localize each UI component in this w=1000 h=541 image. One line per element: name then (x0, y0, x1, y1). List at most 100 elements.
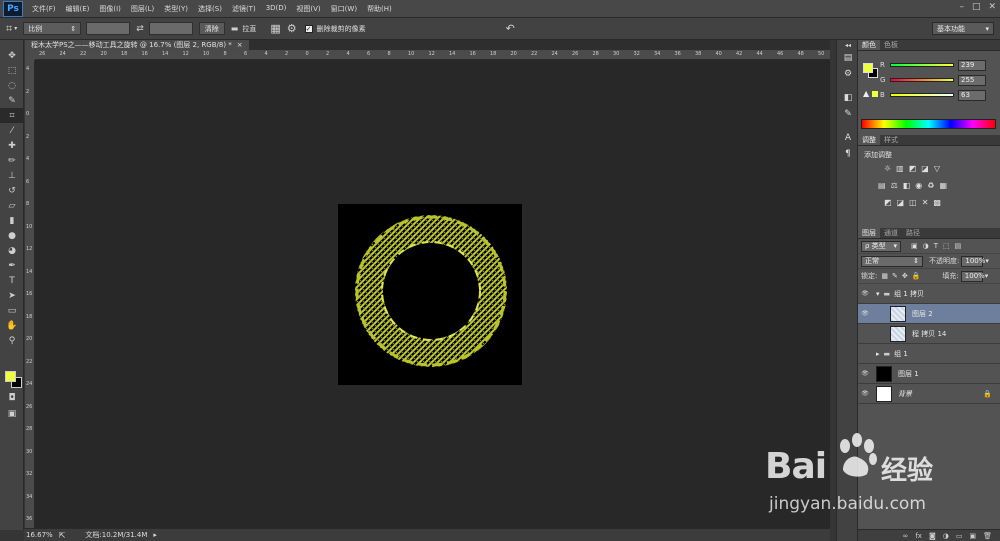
rectangle-tool-icon[interactable]: ▭ (0, 303, 24, 318)
path-select-tool-icon[interactable]: ➤ (0, 288, 24, 303)
type-tool-icon[interactable]: T (0, 273, 24, 288)
green-value-input[interactable]: 255 (958, 74, 986, 86)
collapse-icon[interactable]: ◂◂ (837, 40, 859, 50)
history-brush-tool-icon[interactable]: ↺ (0, 183, 24, 198)
reset-icon[interactable]: ↶ (506, 22, 515, 35)
share-icon[interactable]: ⇱ (59, 531, 66, 540)
zoom-level[interactable]: 16.67% (26, 531, 53, 539)
dodge-tool-icon[interactable]: ◕ (0, 243, 24, 258)
layer-action-icon[interactable]: ◑ (943, 532, 949, 540)
adjustment-icon[interactable]: ☼ (884, 164, 891, 173)
adjustment-icon[interactable]: ▦ (939, 181, 947, 190)
chevron-down-icon[interactable]: ▾ (14, 25, 17, 32)
lock-icons[interactable]: ▦✎✥🔒 (881, 272, 924, 280)
document-tab[interactable]: 程木太学PS之——移动工具之旋转 @ 16.7% (图层 2, RGB/8) *… (25, 40, 249, 50)
layer-thumbnail[interactable] (890, 325, 906, 342)
marquee-tool-icon[interactable]: ⬚ (0, 63, 24, 78)
layer-action-icon[interactable]: ∞ (903, 532, 909, 540)
chevron-right-icon[interactable]: ▸ (153, 531, 157, 539)
adjustment-icon[interactable]: ▥ (896, 164, 904, 173)
canvas-area[interactable] (35, 60, 830, 528)
tab-swatches[interactable]: 色板 (880, 40, 902, 50)
web-color-swatch[interactable] (872, 91, 878, 97)
layer-name[interactable]: 程 拷贝 14 (912, 329, 946, 339)
layer-name[interactable]: 背景 (898, 389, 912, 399)
quick-mask-icon[interactable]: ◘ (0, 390, 24, 405)
layer-name[interactable]: 组 1 (894, 349, 908, 359)
adjustment-icon[interactable]: ▤ (878, 181, 886, 190)
maximize-button[interactable]: □ (972, 2, 981, 12)
chevron-down-icon[interactable]: ▾ (985, 272, 989, 280)
height-input[interactable] (148, 22, 193, 35)
close-tab-icon[interactable]: × (237, 41, 243, 49)
menu-item[interactable]: 图像(I) (94, 4, 126, 14)
vertical-ruler[interactable]: 4 2 0 2 4 6 8 10 12 14 16 18 20 22 24 26 28 30 32 34 36 (25, 60, 35, 528)
lasso-tool-icon[interactable]: ◌ (0, 78, 24, 93)
opacity-input[interactable]: 100% (961, 255, 985, 267)
ruler-corner[interactable] (25, 50, 35, 60)
layer-action-icon[interactable]: ▣ (969, 532, 976, 540)
minimize-button[interactable]: – (959, 2, 964, 12)
layer-name[interactable]: 组 1 拷贝 (894, 289, 924, 299)
pen-tool-icon[interactable]: ✒ (0, 258, 24, 273)
menu-item[interactable]: 编辑(E) (61, 4, 95, 14)
delete-cropped-checkbox[interactable]: ✓ (304, 24, 313, 33)
eyedropper-tool-icon[interactable]: ⁄ (0, 123, 24, 138)
tab-color[interactable]: 颜色 (858, 40, 880, 50)
adjustment-icon[interactable]: ✕ (922, 198, 929, 207)
visibility-eye-icon[interactable]: 👁 (858, 310, 872, 317)
color-panel-foreground[interactable] (863, 63, 873, 73)
tab-paths[interactable]: 路径 (902, 228, 924, 238)
tab-channels[interactable]: 通道 (880, 228, 902, 238)
grid-overlay-icon[interactable]: ▦ (270, 22, 280, 35)
filter-icons[interactable]: ▣◑T⬚▤ (911, 242, 966, 250)
menu-item[interactable]: 类型(Y) (159, 4, 193, 14)
menu-item[interactable]: 视图(V) (291, 4, 325, 14)
properties-panel-icon[interactable]: ⚙ (837, 66, 859, 82)
hand-tool-icon[interactable]: ✋ (0, 318, 24, 333)
workspace-select[interactable]: 基本功能 ▾ (932, 22, 994, 35)
horizontal-ruler[interactable]: 26 24 22 20 18 16 14 12 10 8 6 4 2 0 2 4 6 8 10 12 14 16 18 20 2… (35, 50, 830, 60)
adjustment-icon[interactable]: ▩ (933, 198, 941, 207)
swap-icon[interactable]: ⇄ (136, 24, 144, 34)
visibility-eye-icon[interactable]: 👁 (858, 290, 872, 297)
adjustment-icon[interactable]: ◪ (921, 164, 929, 173)
chevron-right-icon[interactable]: ▸ (876, 350, 880, 358)
tab-layers[interactable]: 图层 (858, 228, 880, 238)
layer-name[interactable]: 图层 2 (912, 309, 933, 319)
layer-row[interactable]: 👁 图层 2 (858, 304, 1000, 324)
layer-row[interactable]: 👁 ▾ ▬ 组 1 拷贝 (858, 284, 1000, 304)
visibility-eye-icon[interactable]: 👁 (858, 370, 872, 377)
eraser-tool-icon[interactable]: ▱ (0, 198, 24, 213)
straighten-icon[interactable]: ▬ (231, 24, 239, 33)
menu-item[interactable]: 选择(S) (193, 4, 227, 14)
ratio-select[interactable]: 比例 ⇕ (23, 22, 82, 35)
quick-select-tool-icon[interactable]: ✎ (0, 93, 24, 108)
menu-item[interactable]: 文件(F) (27, 4, 61, 14)
menu-item[interactable]: 窗口(W) (326, 4, 362, 14)
layer-thumbnail[interactable] (876, 365, 892, 382)
adjustment-icon[interactable]: ⚖ (891, 181, 898, 190)
layer-filter-select[interactable]: ρ 类型 ▾ (861, 240, 901, 252)
fill-input[interactable]: 100% (960, 270, 985, 282)
adjustment-icon[interactable]: ◉ (915, 181, 922, 190)
menu-item[interactable]: 滤镜(T) (227, 4, 261, 14)
foreground-color-swatch[interactable] (5, 371, 16, 382)
adjustment-icon[interactable]: ◧ (903, 181, 911, 190)
menu-item[interactable]: 3D(D) (261, 4, 292, 14)
brush-tool-icon[interactable]: ✏ (0, 153, 24, 168)
menu-item[interactable]: 图层(L) (126, 4, 159, 14)
close-window-button[interactable]: ✕ (988, 2, 996, 12)
gear-icon[interactable]: ⚙ (287, 22, 297, 35)
paragraph-panel-icon[interactable]: ¶ (837, 146, 859, 162)
layer-row[interactable]: 👁 背景 🔒 (858, 384, 1000, 404)
adjustment-icon[interactable]: ◪ (897, 198, 905, 207)
zoom-tool-icon[interactable]: ⚲ (0, 333, 24, 348)
layer-thumbnail[interactable] (890, 305, 906, 322)
adjustment-icon[interactable]: ▽ (934, 164, 940, 173)
history-panel-icon[interactable]: ▤ (837, 50, 859, 66)
red-value-input[interactable]: 239 (958, 59, 986, 71)
adjustment-icon[interactable]: ♻ (927, 181, 934, 190)
crop-tool-icon[interactable]: ⌗ (6, 22, 12, 36)
adjustment-icon[interactable]: ◩ (884, 198, 892, 207)
